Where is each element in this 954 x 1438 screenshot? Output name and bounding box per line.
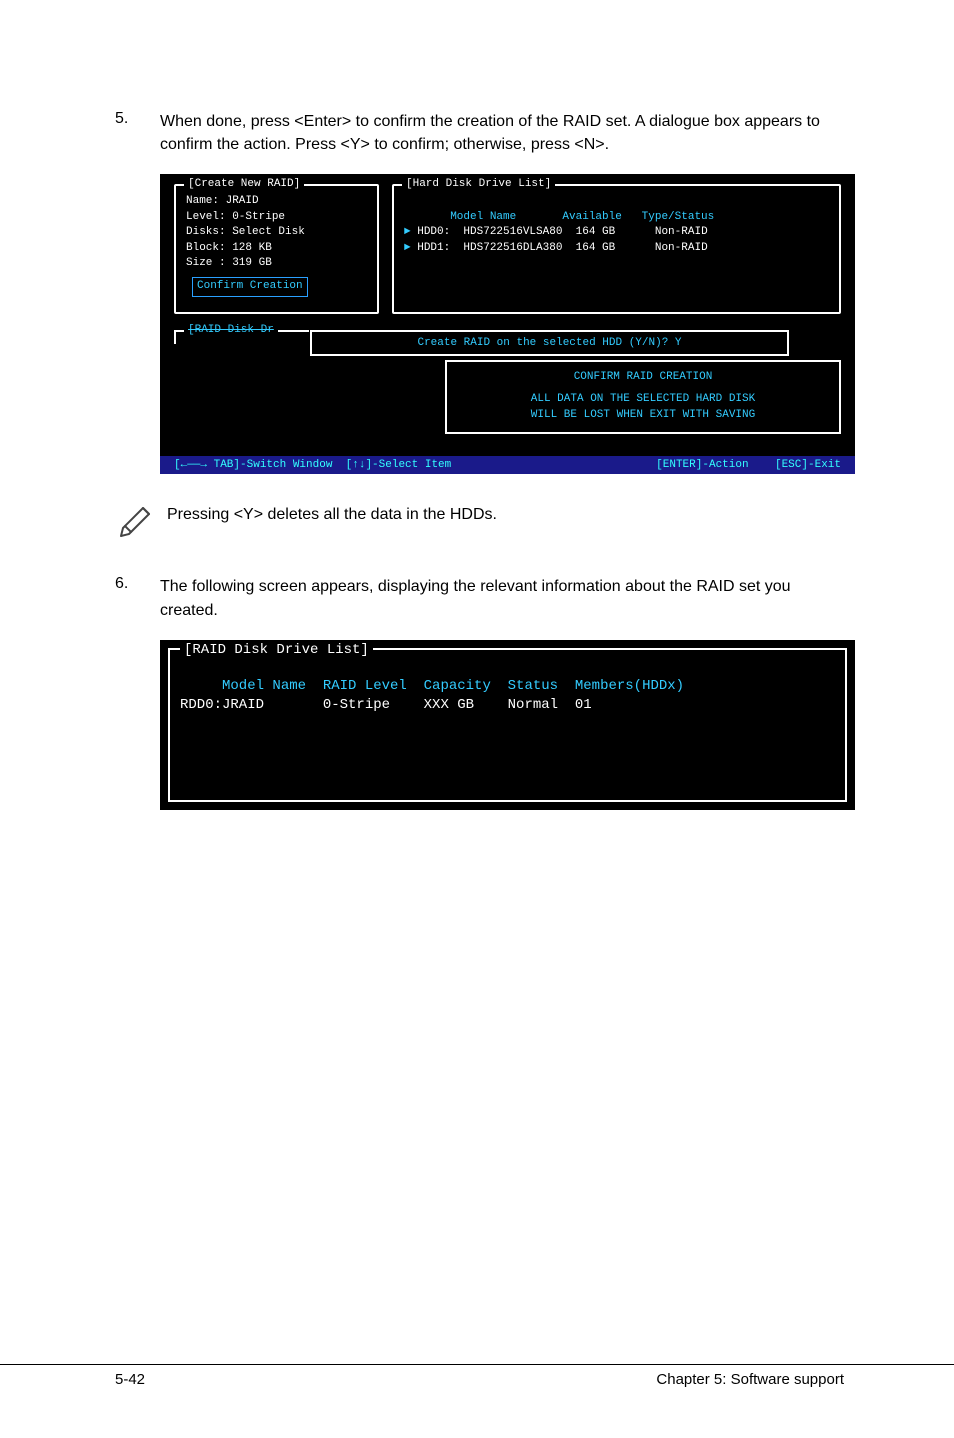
hard-disk-drive-list-title: [Hard Disk Drive List] (402, 178, 555, 190)
help-select-item: [↑↓]-Select Item (346, 459, 452, 471)
raid-list-header: Model Name RAID Level Capacity Status Me… (180, 678, 684, 694)
create-new-raid-panel: [Create New RAID] Name: JRAID Level: 0-S… (174, 184, 379, 314)
hdd-row-0: HDD0: HDS722516VLSA80 164 GB Non-RAID (417, 226, 707, 238)
help-enter-action: [ENTER]-Action (656, 459, 748, 471)
confirm-warning-line-2: ALL DATA ON THE SELECTED HARD DISK (447, 392, 839, 408)
step-5-text: When done, press <Enter> to confirm the … (160, 110, 844, 156)
confirm-warning-box: CONFIRM RAID CREATION ALL DATA ON THE SE… (445, 360, 841, 434)
raid-list-row-0: RDD0:JRAID 0-Stripe XXX GB Normal 01 (180, 697, 592, 713)
raid-disks-field: Disks: Select Disk (186, 225, 367, 240)
confirm-warning-line-3: WILL BE LOST WHEN EXIT WITH SAVING (447, 408, 839, 424)
confirm-dialog[interactable]: Create RAID on the selected HDD (Y/N)? Y (310, 330, 789, 356)
hard-disk-drive-list-panel: [Hard Disk Drive List] Model Name Availa… (392, 184, 841, 314)
raid-disk-drive-title-fragment: [RAID Disk Dr (184, 324, 278, 336)
help-switch-window: [←――→ TAB]-Switch Window (174, 459, 346, 471)
raid-name-field: Name: JRAID (186, 194, 367, 209)
create-new-raid-title: [Create New RAID] (184, 178, 304, 190)
raid-disk-drive-panel-fragment: [RAID Disk Dr (174, 330, 309, 344)
terminal-screenshot-1: [Create New RAID] Name: JRAID Level: 0-S… (160, 174, 855, 474)
help-esc-exit: [ESC]-Exit (775, 459, 841, 471)
hdd-row-1: HDD1: HDS722516DLA380 164 GB Non-RAID (417, 242, 707, 254)
hdd-row-marker-icon: ► (404, 226, 411, 238)
page-number: 5-42 (115, 1371, 145, 1388)
note-text: Pressing <Y> deletes all the data in the… (167, 498, 497, 524)
raid-disk-drive-list-panel: [RAID Disk Drive List] Model Name RAID L… (168, 648, 847, 802)
chapter-title: Chapter 5: Software support (656, 1371, 844, 1388)
confirm-creation-button[interactable]: Confirm Creation (192, 277, 308, 296)
help-bar: [←――→ TAB]-Switch Window [↑↓]-Select Ite… (160, 456, 855, 474)
hdd-table-header: Model Name Available Type/Status (404, 211, 714, 223)
hdd-row-marker-icon: ► (404, 242, 411, 254)
raid-size-field: Size : 319 GB (186, 256, 367, 271)
terminal-screenshot-2: [RAID Disk Drive List] Model Name RAID L… (160, 640, 855, 810)
step-5-number: 5. (115, 110, 160, 156)
confirm-warning-line-1: CONFIRM RAID CREATION (447, 370, 839, 386)
step-6-text: The following screen appears, displaying… (160, 575, 844, 621)
step-6-number: 6. (115, 575, 160, 621)
page-footer: 5-42 Chapter 5: Software support (0, 1364, 954, 1388)
raid-block-field: Block: 128 KB (186, 241, 367, 256)
raid-level-field: Level: 0-Stripe (186, 210, 367, 225)
raid-disk-drive-list-title: [RAID Disk Drive List] (180, 642, 373, 658)
note-pencil-icon (117, 498, 167, 545)
